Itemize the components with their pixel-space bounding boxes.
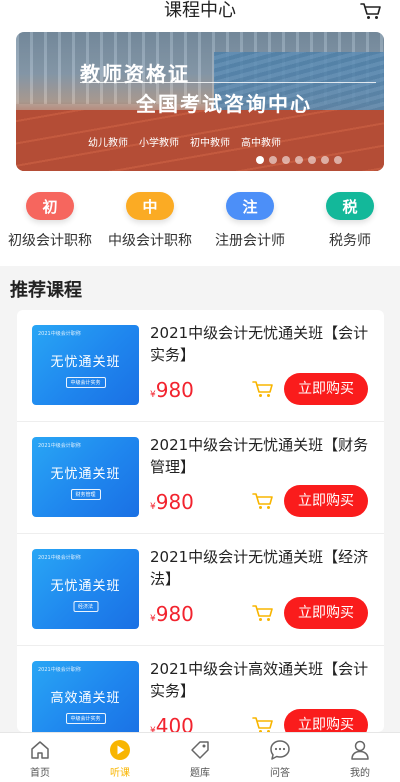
promo-banner[interactable]: 教师资格证 全国考试咨询中心 幼儿教师 小学教师 初中教师 高中教师 [16,32,384,171]
course-price: ¥400 [150,714,194,732]
thumbnail-title: 无忧通关班 [50,467,121,482]
banner-tag: 幼儿教师 [88,138,128,149]
thumbnail-subject: 中级会计实务 [65,377,106,388]
tab-label: 问答 [270,768,290,779]
course-price: ¥980 [150,602,194,626]
tab-qa[interactable]: 问答 [240,733,320,782]
course-card[interactable]: 2021中级会计职称 无忧通关班 财务管理 2021中级会计无忧通关班【财务管理… [17,422,384,534]
category-label: 注册会计师 [215,233,285,249]
play-icon [110,740,130,760]
home-icon [31,741,49,759]
tab-label: 听课 [110,768,130,779]
banner-tags: 幼儿教师 小学教师 初中教师 高中教师 [88,134,281,149]
course-price: ¥980 [150,378,194,402]
course-list[interactable]: 2021中级会计职称 无忧通关班 中级会计实务 2021中级会计无忧通关班【会计… [17,310,384,732]
category-cpa[interactable]: 注 注册会计师 [200,192,300,258]
course-card[interactable]: 2021中级会计职称 高效通关班 中级会计实务 2021中级会计高效通关班【会计… [17,646,384,732]
course-title[interactable]: 2021中级会计高效通关班【会计实务】 [150,658,372,702]
tab-label: 我的 [350,768,370,779]
thumbnail-subject: 中级会计实务 [65,713,106,724]
buy-now-button[interactable]: 立即购买 [284,597,368,629]
category-tax-agent[interactable]: 税 税务师 [300,192,400,258]
price-value: 980 [155,378,194,402]
thumbnail-title: 高效通关班 [50,691,121,706]
thumbnail-caption: 2021中级会计职称 [38,443,81,449]
course-thumbnail[interactable]: 2021中级会计职称 高效通关班 中级会计实务 [32,661,139,732]
price-value: 980 [155,602,194,626]
category-intermediate-accounting[interactable]: 中 中级会计职称 [100,192,200,258]
buy-now-button[interactable]: 立即购买 [284,709,368,732]
price-value: 980 [155,490,194,514]
thumbnail-caption: 2021中级会计职称 [38,331,81,337]
price-value: 400 [155,714,194,732]
banner-tag: 小学教师 [139,138,179,149]
page-title: 课程中心 [164,0,236,21]
tab-profile[interactable]: 我的 [320,733,400,782]
course-title[interactable]: 2021中级会计无忧通关班【经济法】 [150,546,372,590]
category-label: 中级会计职称 [108,233,192,249]
banner-subheadline: 全国考试咨询中心 [136,92,312,116]
banner-tag: 初中教师 [190,138,230,149]
category-badge: 注 [226,192,274,220]
course-price: ¥980 [150,490,194,514]
section-title: 推荐课程 [10,280,82,301]
category-row: 初 初级会计职称 中 中级会计职称 注 注册会计师 税 税务师 [0,192,400,258]
course-card[interactable]: 2021中级会计职称 无忧通关班 经济法 2021中级会计无忧通关班【经济法】 … [17,534,384,646]
thumbnail-title: 无忧通关班 [50,579,121,594]
header-bar: 课程中心 [0,0,400,22]
add-to-cart-icon[interactable] [252,604,274,622]
category-label: 税务师 [329,233,371,249]
carousel-dot[interactable] [269,156,277,164]
add-to-cart-icon[interactable] [252,492,274,510]
tag-icon [191,741,209,759]
tab-label: 题库 [190,768,210,779]
course-thumbnail[interactable]: 2021中级会计职称 无忧通关班 经济法 [32,549,139,629]
thumbnail-title: 无忧通关班 [50,355,121,370]
category-badge: 税 [326,192,374,220]
carousel-dot[interactable] [256,156,264,164]
course-card[interactable]: 2021中级会计职称 无忧通关班 中级会计实务 2021中级会计无忧通关班【会计… [17,310,384,422]
chat-icon [270,740,290,760]
tab-question-bank[interactable]: 题库 [160,733,240,782]
category-junior-accounting[interactable]: 初 初级会计职称 [0,192,100,258]
course-title[interactable]: 2021中级会计无忧通关班【财务管理】 [150,434,372,478]
thumbnail-subject: 经济法 [72,601,99,612]
course-thumbnail[interactable]: 2021中级会计职称 无忧通关班 财务管理 [32,437,139,517]
banner-divider [80,82,376,83]
carousel-dot[interactable] [321,156,329,164]
category-badge: 初 [26,192,74,220]
course-center-page: 课程中心 教师资格证 全国考试咨询中心 幼儿教师 小学教师 初中教师 高中教师 [0,0,400,782]
carousel-dot[interactable] [308,156,316,164]
carousel-dot[interactable] [334,156,342,164]
thumbnail-subject: 财务管理 [70,489,101,500]
add-to-cart-icon[interactable] [252,380,274,398]
category-badge: 中 [126,192,174,220]
user-icon [351,740,369,760]
top-area: 教师资格证 全国考试咨询中心 幼儿教师 小学教师 初中教师 高中教师 初 初级会… [0,22,400,266]
carousel-indicator[interactable] [256,156,342,164]
tab-courses[interactable]: 听课 [80,733,160,782]
bottom-tab-bar: 首页 听课 题库 问答 我的 [0,732,400,782]
tab-home[interactable]: 首页 [0,733,80,782]
buy-now-button[interactable]: 立即购买 [284,373,368,405]
carousel-dot[interactable] [282,156,290,164]
carousel-dot[interactable] [295,156,303,164]
banner-tag: 高中教师 [241,138,281,149]
category-label: 初级会计职称 [8,233,92,249]
course-title[interactable]: 2021中级会计无忧通关班【会计实务】 [150,322,372,366]
cart-icon[interactable] [360,2,382,20]
thumbnail-caption: 2021中级会计职称 [38,667,81,673]
tab-label: 首页 [30,768,50,779]
buy-now-button[interactable]: 立即购买 [284,485,368,517]
course-thumbnail[interactable]: 2021中级会计职称 无忧通关班 中级会计实务 [32,325,139,405]
thumbnail-caption: 2021中级会计职称 [38,555,81,561]
add-to-cart-icon[interactable] [252,716,274,732]
